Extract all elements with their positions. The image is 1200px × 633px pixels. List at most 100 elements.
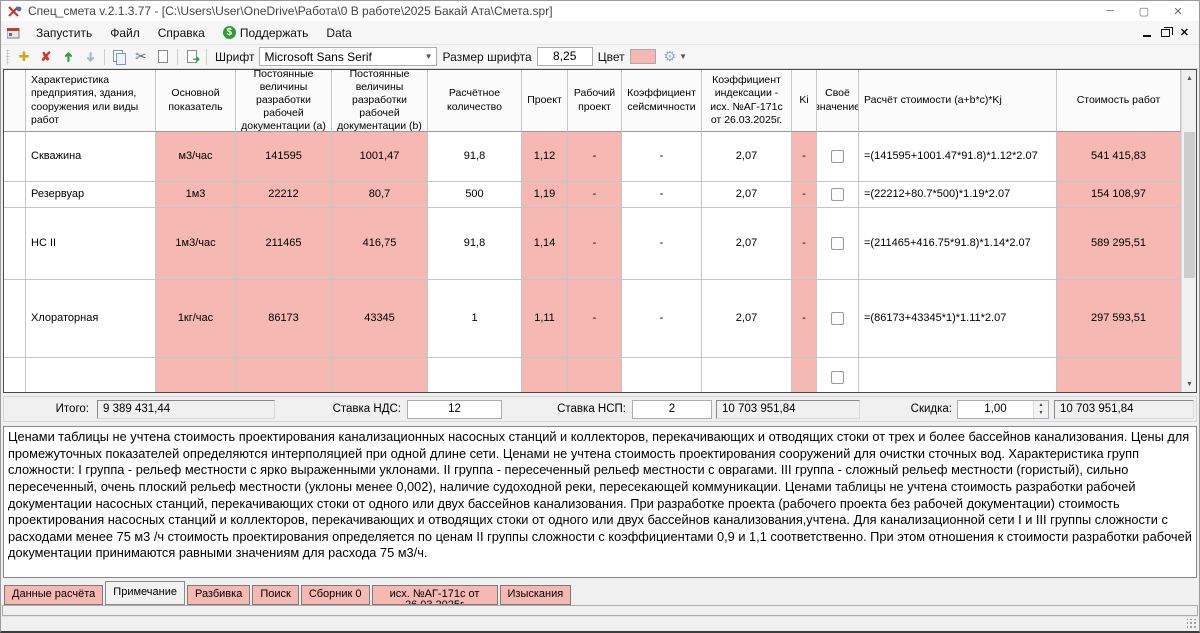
menu-run[interactable]: Запустить	[27, 23, 101, 43]
cell-characteristic[interactable]: Резервуар	[26, 182, 156, 208]
cell-characteristic[interactable]	[26, 358, 156, 392]
nsp-input[interactable]: 2	[632, 400, 712, 419]
cell-project[interactable]: 1,19	[522, 182, 568, 208]
cell-constant-b[interactable]: 43345	[332, 280, 428, 358]
scroll-up-icon[interactable]: ▲	[1182, 70, 1197, 86]
cell-constant-b[interactable]: 416,75	[332, 208, 428, 280]
cell-custom-value[interactable]	[817, 208, 859, 280]
cell-index-coeff[interactable]: 2,07	[702, 182, 792, 208]
cell-work-project[interactable]: -	[568, 208, 622, 280]
cell-work-cost[interactable]: 589 295,51	[1057, 208, 1181, 280]
cell-custom-value[interactable]	[817, 182, 859, 208]
color-swatch[interactable]	[630, 49, 656, 64]
cell-cost-formula[interactable]	[859, 358, 1057, 392]
cell-cost-formula[interactable]: =(211465+416.75*91.8)*1.14*2.07	[859, 208, 1057, 280]
cell-basic-indicator[interactable]: 1м3/час	[156, 208, 236, 280]
cell-constant-a[interactable]: 141595	[236, 132, 332, 182]
menu-file[interactable]: Файл	[101, 23, 149, 43]
mdi-close-icon[interactable]: ✕	[1180, 28, 1189, 38]
scroll-down-icon[interactable]: ▼	[1182, 376, 1197, 392]
cell-index-coeff[interactable]: 2,07	[702, 280, 792, 358]
cell-index-coeff[interactable]	[702, 358, 792, 392]
cell-cost-formula[interactable]: =(86173+43345*1)*1.11*2.07	[859, 280, 1057, 358]
cell-ki[interactable]: -	[792, 182, 817, 208]
cell-calc-quantity[interactable]: 91,8	[428, 208, 522, 280]
cell-basic-indicator[interactable]: м3/час	[156, 132, 236, 182]
cell-index-coeff[interactable]: 2,07	[702, 132, 792, 182]
cell-ki[interactable]: -	[792, 280, 817, 358]
spin-up-icon[interactable]: ▲	[1034, 401, 1048, 410]
cell-work-cost[interactable]: 297 593,51	[1057, 280, 1181, 358]
cell-characteristic[interactable]: НС II	[26, 208, 156, 280]
custom-value-checkbox[interactable]	[831, 150, 844, 163]
cell-work-cost[interactable]	[1057, 358, 1181, 392]
scrollbar-thumb[interactable]	[1184, 132, 1195, 278]
cell-seismic-coeff[interactable]: -	[622, 280, 702, 358]
delete-row-button[interactable]	[35, 47, 57, 67]
minimize-icon[interactable]: ─	[1093, 2, 1127, 20]
cell-work-project[interactable]: -	[568, 132, 622, 182]
cell-constant-b[interactable]: 80,7	[332, 182, 428, 208]
tab-search[interactable]: Поиск	[252, 585, 298, 605]
cell-calc-quantity[interactable]	[428, 358, 522, 392]
cell-seismic-coeff[interactable]: -	[622, 182, 702, 208]
cell-basic-indicator[interactable]	[156, 358, 236, 392]
custom-value-checkbox[interactable]	[831, 237, 844, 250]
tab-collection-0[interactable]: Сборник 0	[301, 585, 370, 605]
cell-constant-b[interactable]: 1001,47	[332, 132, 428, 182]
mdi-restore-icon[interactable]	[1161, 29, 1170, 37]
spin-down-icon[interactable]: ▼	[1034, 409, 1048, 418]
move-up-button[interactable]	[57, 47, 79, 67]
custom-value-checkbox[interactable]	[831, 312, 844, 325]
cell-cost-formula[interactable]: =(22212+80.7*500)*1.19*2.07	[859, 182, 1057, 208]
cell-custom-value[interactable]	[817, 358, 859, 392]
tab-note[interactable]: Примечание	[105, 581, 185, 605]
cell-work-project[interactable]: -	[568, 280, 622, 358]
cell-project[interactable]	[522, 358, 568, 392]
discount-stepper[interactable]: 1,00 ▲ ▼	[957, 400, 1049, 419]
cell-work-cost[interactable]: 154 108,97	[1057, 182, 1181, 208]
font-select[interactable]: Microsoft Sans Serif ▼	[259, 47, 437, 66]
vat-input[interactable]: 12	[407, 400, 502, 419]
cell-calc-quantity[interactable]: 1	[428, 280, 522, 358]
cell-seismic-coeff[interactable]: -	[622, 208, 702, 280]
menu-data[interactable]: Data	[317, 23, 360, 43]
cell-custom-value[interactable]	[817, 132, 859, 182]
cell-seismic-coeff[interactable]: -	[622, 132, 702, 182]
custom-value-checkbox[interactable]	[831, 371, 844, 384]
menu-support[interactable]: $Поддержать	[214, 23, 318, 43]
cell-cost-formula[interactable]: =(141595+1001.47*91.8)*1.12*2.07	[859, 132, 1057, 182]
vertical-scrollbar[interactable]: ▲ ▼	[1181, 70, 1196, 392]
custom-value-checkbox[interactable]	[831, 188, 844, 201]
tab-calc-data[interactable]: Данные расчёта	[4, 585, 103, 605]
cell-constant-a[interactable]: 211465	[236, 208, 332, 280]
mdi-minimize-icon[interactable]	[1143, 35, 1151, 37]
font-size-input[interactable]: 8,25	[537, 47, 593, 66]
note-textarea[interactable]: Ценами таблицы не учтена стоимость проек…	[3, 426, 1197, 578]
cell-calc-quantity[interactable]: 500	[428, 182, 522, 208]
copy-button[interactable]	[108, 47, 130, 67]
cell-characteristic[interactable]: Скважина	[26, 132, 156, 182]
tab-surveys[interactable]: Изыскания	[500, 585, 572, 605]
export-button[interactable]	[181, 47, 203, 67]
cell-basic-indicator[interactable]: 1м3	[156, 182, 236, 208]
move-down-button[interactable]	[79, 47, 101, 67]
cut-button[interactable]	[130, 47, 152, 67]
cell-work-project[interactable]	[568, 358, 622, 392]
new-page-button[interactable]	[152, 47, 174, 67]
cell-work-cost[interactable]: 541 415,83	[1057, 132, 1181, 182]
cell-ki[interactable]: -	[792, 132, 817, 182]
cell-index-coeff[interactable]: 2,07	[702, 208, 792, 280]
menu-help[interactable]: Справка	[149, 23, 214, 43]
cell-constant-a[interactable]: 86173	[236, 280, 332, 358]
settings-dropdown[interactable]: ▼	[664, 48, 687, 65]
tab-index-letter[interactable]: исх. №АГ-171с от 26.03.2025г	[372, 585, 498, 605]
cell-constant-b[interactable]	[332, 358, 428, 392]
cell-project[interactable]: 1,11	[522, 280, 568, 358]
cell-project[interactable]: 1,12	[522, 132, 568, 182]
add-row-button[interactable]	[13, 47, 35, 67]
cell-ki[interactable]: -	[792, 208, 817, 280]
cell-ki[interactable]	[792, 358, 817, 392]
cell-work-project[interactable]: -	[568, 182, 622, 208]
cell-calc-quantity[interactable]: 91,8	[428, 132, 522, 182]
